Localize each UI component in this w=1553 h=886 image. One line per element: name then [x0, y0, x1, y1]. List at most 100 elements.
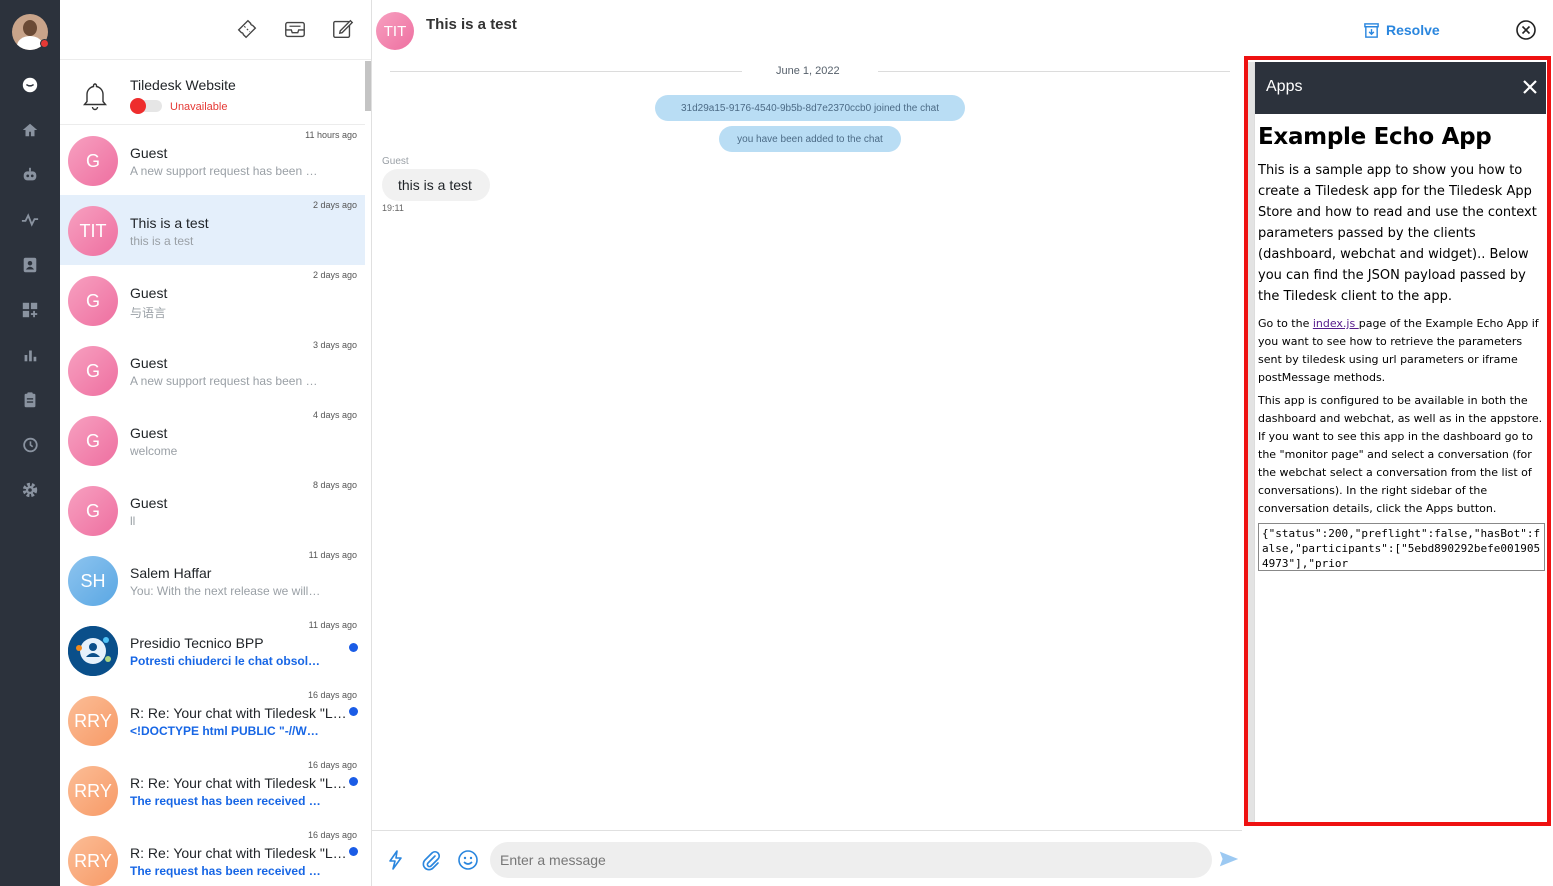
chat-header: TIT This is a test — [372, 0, 1242, 60]
conversation-item[interactable]: G 4 days ago Guest welcome — [60, 405, 365, 475]
ticket-icon[interactable] — [234, 16, 260, 42]
close-icon[interactable] — [1519, 76, 1541, 98]
conversation-time: 16 days ago — [307, 830, 357, 840]
index-js-link[interactable]: index.js — [1313, 317, 1359, 330]
apps-panel-title: Apps — [1266, 78, 1303, 95]
project-status-box: Tiledesk Website Unavailable — [60, 61, 365, 125]
conversation-time: 2 days ago — [312, 270, 357, 280]
app-title: Example Echo App — [1258, 124, 1492, 150]
conversation-list-scrollbar[interactable] — [365, 61, 371, 111]
json-payload-box[interactable]: {"status":200,"preflight":false,"hasBot"… — [1258, 523, 1545, 571]
conversation-time: 11 hours ago — [305, 130, 357, 140]
conversation-preview: welcome — [130, 444, 178, 458]
close-conversation-icon[interactable] — [1515, 19, 1537, 41]
contacts-icon[interactable] — [20, 255, 40, 275]
conversation-avatar: RRY — [68, 696, 118, 746]
message-time: 19:11 — [382, 203, 404, 213]
conversation-item[interactable]: TIT 2 days ago This is a test this is a tes… — [60, 195, 365, 265]
conversation-preview: this is a test — [130, 234, 194, 248]
analytics-icon[interactable] — [20, 345, 40, 365]
send-icon[interactable] — [1218, 848, 1240, 870]
conversation-time: 11 days ago — [308, 620, 357, 630]
app-paragraph: This app is configured to be available i… — [1258, 394, 1543, 515]
app-paragraph-text: Go to the — [1258, 317, 1313, 330]
conversation-item[interactable]: RRY 16 days ago R: Re: Your chat with Tile… — [60, 755, 365, 825]
unread-dot — [349, 847, 358, 856]
user-status-dot — [40, 39, 49, 48]
chat-title: This is a test — [426, 16, 517, 33]
conversation-preview: A new support request has been … — [130, 164, 318, 178]
clipboard-icon[interactable] — [20, 390, 40, 410]
inbox-icon[interactable] — [282, 16, 308, 42]
project-name: Tiledesk Website — [130, 77, 236, 93]
message-bubble: this is a test — [382, 169, 490, 201]
availability-toggle[interactable] — [130, 98, 162, 114]
system-message: 31d29a15-9176-4540-9b5b-8d7e2370ccb0 joi… — [655, 95, 965, 121]
conversation-preview: Potresti chiuderci le chat obsol… — [130, 654, 321, 668]
conversation-name: R: Re: Your chat with Tiledesk "L… — [130, 845, 347, 861]
lightning-icon[interactable] — [385, 849, 407, 871]
date-divider-left — [390, 71, 742, 72]
chat-area: TIT This is a test June 1, 2022 31d29a15… — [372, 0, 1242, 886]
availability-status: Unavailable — [170, 101, 228, 113]
conversation-avatar: G — [68, 486, 118, 536]
conversation-avatar: TIT — [68, 206, 118, 256]
conversation-preview: The request has been received … — [130, 794, 321, 808]
conversation-item[interactable]: G 11 hours ago Guest A new support request … — [60, 125, 365, 195]
conversation-preview: You: With the next release we will… — [130, 584, 321, 598]
emoji-icon[interactable] — [457, 849, 479, 871]
conversation-item[interactable]: G 8 days ago Guest ll — [60, 475, 365, 545]
conversation-avatar: RRY — [68, 766, 118, 816]
conversation-item[interactable]: G 3 days ago Guest A new support request ha… — [60, 335, 365, 405]
conversation-item[interactable]: SH 11 days ago Salem Haffar You: With the n… — [60, 545, 365, 615]
conversation-item[interactable]: RRY 16 days ago R: Re: Your chat with Tile… — [60, 685, 365, 755]
conversation-name: Guest — [130, 425, 168, 441]
conversation-time: 4 days ago — [312, 410, 357, 420]
apps-grid-icon[interactable] — [20, 300, 40, 320]
chat-icon[interactable] — [20, 75, 40, 95]
attachment-icon[interactable] — [420, 849, 442, 871]
resolve-button[interactable]: Resolve — [1363, 20, 1440, 40]
settings-icon[interactable] — [20, 480, 40, 500]
conversation-name: This is a test — [130, 215, 209, 231]
conversation-time: 11 days ago — [308, 550, 357, 560]
conversation-item[interactable]: G 2 days ago Guest 与语言 — [60, 265, 365, 335]
conversation-avatar: RRY — [68, 836, 118, 886]
conversation-name: Salem Haffar — [130, 565, 212, 581]
left-nav — [0, 0, 60, 886]
conversation-preview: 与语言 — [130, 306, 167, 320]
conversation-name: Guest — [130, 145, 168, 161]
unread-dot — [349, 643, 358, 652]
bell-icon[interactable] — [80, 81, 110, 111]
bot-icon[interactable] — [20, 165, 40, 185]
conversation-list: Tiledesk Website Unavailable G 11 hours a… — [60, 0, 372, 886]
unread-dot — [349, 707, 358, 716]
app-root: Tiledesk Website Unavailable G 11 hours a… — [0, 0, 1553, 886]
conversation-preview: ll — [130, 514, 136, 528]
date-label: June 1, 2022 — [776, 65, 840, 77]
conversation-time: 3 days ago — [312, 340, 357, 350]
conversation-item[interactable]: 11 days ago Presidio Tecnico BPP Potresti … — [60, 615, 365, 685]
conversation-time: 16 days ago — [307, 760, 357, 770]
history-icon[interactable] — [20, 435, 40, 455]
app-paragraph: Go to the index.js page of the Example E… — [1258, 315, 1544, 387]
message-input[interactable] — [490, 842, 1212, 878]
conversation-name: Guest — [130, 495, 168, 511]
org-logo-icon — [68, 626, 118, 676]
conversation-preview: <!DOCTYPE html PUBLIC "-//W… — [130, 724, 319, 738]
system-message: you have been added to the chat — [719, 126, 901, 152]
conversation-name: Guest — [130, 355, 168, 371]
conversation-avatar: G — [68, 276, 118, 326]
message-sender: Guest — [382, 156, 409, 167]
app-content: Example Echo App This is a sample app to… — [1258, 124, 1545, 571]
archive-icon — [1364, 22, 1379, 38]
resolve-label: Resolve — [1386, 22, 1440, 38]
conversation-item[interactable]: RRY 16 days ago R: Re: Your chat with Tile… — [60, 825, 365, 886]
conversation-list-header — [60, 0, 371, 60]
conversation-time: 8 days ago — [312, 480, 357, 490]
home-icon[interactable] — [20, 120, 40, 140]
activity-icon[interactable] — [20, 210, 40, 230]
date-divider-right — [878, 71, 1230, 72]
conversation-time: 16 days ago — [307, 690, 357, 700]
compose-icon[interactable] — [330, 16, 356, 42]
